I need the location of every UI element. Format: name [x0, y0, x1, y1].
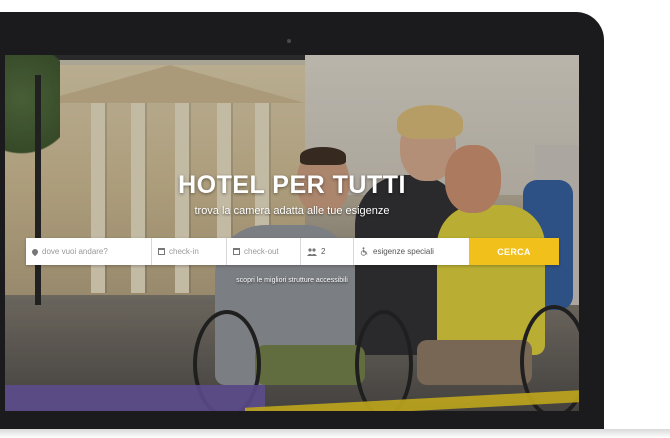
hotel-search-bar: dove vuoi andare? check-in check-out 2 e…: [26, 238, 559, 265]
hero-subtitle: trova la camera adatta alle tue esigenze: [194, 205, 390, 217]
special-needs-label: esigenze speciali: [373, 247, 434, 256]
guests-value: 2: [321, 247, 326, 256]
people-icon: [307, 247, 317, 256]
webcam-dot: [287, 39, 291, 43]
website-screen: HOTEL PER TUTTI trova la camera adatta a…: [5, 55, 579, 411]
wheelchair-icon: [360, 247, 369, 256]
map-pin-icon: [30, 247, 40, 256]
destination-field[interactable]: dove vuoi andare?: [26, 238, 152, 265]
laptop-base: [0, 429, 670, 438]
hero-title: HOTEL PER TUTTI: [178, 171, 406, 199]
calendar-icon: [158, 248, 165, 255]
photo-overlay: [5, 55, 579, 411]
destination-placeholder: dove vuoi andare?: [42, 247, 108, 256]
checkin-placeholder: check-in: [169, 247, 199, 256]
discover-accessible-link[interactable]: scopri le migliori strutture accessibili: [5, 277, 579, 284]
special-needs-selector[interactable]: esigenze speciali: [354, 238, 469, 265]
calendar-icon: [233, 248, 240, 255]
laptop-frame: HOTEL PER TUTTI trova la camera adatta a…: [0, 12, 604, 438]
checkout-field[interactable]: check-out: [227, 238, 301, 265]
guests-selector[interactable]: 2: [301, 238, 354, 265]
checkin-field[interactable]: check-in: [152, 238, 227, 265]
checkout-placeholder: check-out: [244, 247, 279, 256]
search-button[interactable]: CERCA: [469, 238, 559, 265]
